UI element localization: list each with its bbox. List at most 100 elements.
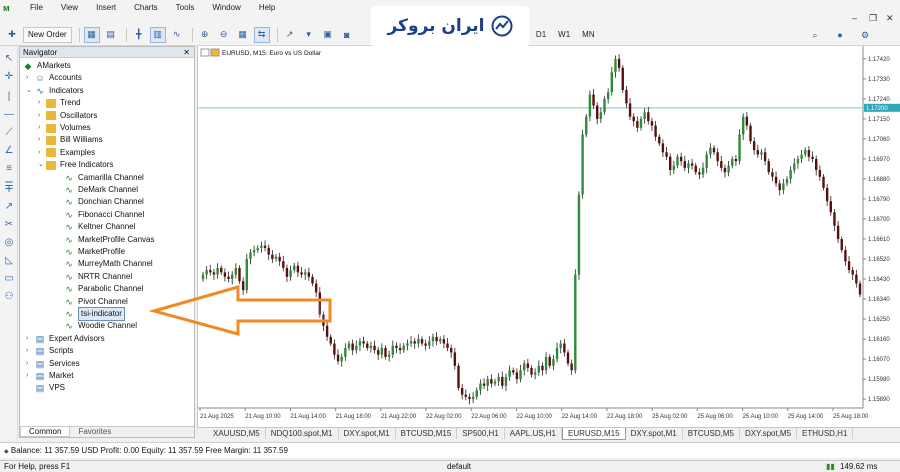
new-order-button[interactable]: New Order [23, 26, 72, 43]
trend-angle-icon[interactable]: ∠ [3, 145, 15, 157]
tree-indicator-pivot-channel[interactable]: ∿ Pivot Channel [63, 296, 128, 308]
tree-indicator-keltner-channel[interactable]: ∿ Keltner Channel [63, 221, 135, 233]
expand-toggle-icon[interactable]: › [38, 97, 46, 109]
expand-toggle-icon[interactable]: › [26, 358, 34, 370]
expand-toggle-icon[interactable]: ⌄ [38, 159, 46, 171]
trend-line-icon[interactable]: ⟋ [3, 127, 15, 139]
tree-accounts[interactable]: › ☺ Accounts [26, 72, 82, 84]
tree-indicator-murreymath-channel[interactable]: ∿ MurreyMath Channel [63, 258, 152, 270]
tree-indicator-marketprofile[interactable]: ∿ MarketProfile [63, 246, 125, 258]
autoscroll-icon[interactable]: ⇆ [253, 26, 270, 43]
horizontal-line-icon[interactable]: — [3, 109, 15, 121]
chart-tab[interactable]: AAPL.US,H1 [505, 428, 563, 439]
tree-folder-examples[interactable]: › Examples [38, 147, 95, 159]
tree-indicator-nrtr-channel[interactable]: ∿ NRTR Channel [63, 271, 132, 283]
channel-icon[interactable]: ≡ [3, 163, 15, 175]
zoom-in-icon[interactable]: ⊕ [197, 27, 213, 43]
gear-icon[interactable]: ⚙ [857, 27, 873, 43]
minimize-button[interactable]: ‒ [852, 13, 857, 23]
expand-toggle-icon[interactable]: › [26, 345, 34, 357]
tree-indicator-donchian-channel[interactable]: ∿ Donchian Channel [63, 196, 144, 208]
objects-icon[interactable]: ⚇ [3, 291, 15, 303]
timeframe-d1[interactable]: D1 [530, 27, 552, 43]
tile-windows-icon[interactable]: ▦ [235, 27, 251, 43]
menu-charts[interactable]: Charts [125, 0, 167, 14]
expand-toggle-icon[interactable]: › [38, 147, 46, 159]
tree-services[interactable]: › ▤ Services [26, 358, 80, 370]
menu-tools[interactable]: Tools [167, 0, 204, 14]
expand-toggle-icon[interactable]: › [26, 370, 34, 382]
price-chart[interactable]: 1.17420 1.17330 1.17240 1.17150 1.17060 1.169… [198, 46, 900, 427]
tree-folder-free-indicators[interactable]: ⌄ Free Indicators [38, 159, 113, 171]
crosshair-icon[interactable]: ╋ [131, 27, 147, 43]
menu-window[interactable]: Window [203, 0, 249, 14]
chart-tab[interactable]: ETHUSD,H1 [797, 428, 854, 439]
tree-indicator-marketprofile-canvas[interactable]: ∿ MarketProfile Canvas [63, 234, 154, 246]
tree-folder-oscillators[interactable]: › Oscillators [38, 110, 97, 122]
tree-market[interactable]: › ▤ Market [26, 370, 73, 382]
tree-vps[interactable]: ▤ VPS [26, 382, 65, 394]
close-icon[interactable]: ✕ [183, 47, 190, 58]
bar-chart-icon[interactable]: ▥ [149, 26, 166, 43]
menu-file[interactable]: File [21, 0, 52, 14]
tab-common[interactable]: Common [20, 427, 71, 437]
arrow-tool-icon[interactable]: ↗ [3, 201, 15, 213]
tree-indicator-parabolic-channel[interactable]: ∿ Parabolic Channel [63, 283, 143, 295]
tree-root-amarkets[interactable]: ◆ AMarkets [22, 60, 71, 72]
chart-window[interactable]: 1.17420 1.17330 1.17240 1.17150 1.17060 1.169… [197, 46, 900, 427]
zoom-out-icon[interactable]: ⊖ [216, 27, 232, 43]
cursor-icon[interactable]: ↖ [3, 53, 15, 65]
chart-tab[interactable]: BTCUSD,M5 [683, 428, 740, 439]
tree-expert-advisors[interactable]: › ▤ Expert Advisors [26, 333, 105, 345]
shapes-icon[interactable]: ◺ [3, 255, 15, 267]
chart-tab[interactable]: XAUUSD,M5 [208, 428, 266, 439]
camera-icon[interactable]: ◙ [339, 27, 355, 43]
tree-indicator-fibonacci-channel[interactable]: ∿ Fibonacci Channel [63, 209, 144, 221]
tree-scripts[interactable]: › ▤ Scripts [26, 345, 73, 357]
timeframe-w1[interactable]: W1 [552, 27, 576, 43]
chart-tab[interactable]: NDQ100.spot,M1 [266, 428, 339, 439]
tree-indicator-woodie-channel[interactable]: ∿ Woodie Channel [63, 320, 137, 332]
tree-folder-bill-williams[interactable]: › Bill Williams [38, 134, 103, 146]
expand-toggle-icon[interactable]: › [38, 122, 46, 134]
tree-indicators[interactable]: ⌄ ∿ Indicators [26, 85, 84, 97]
tab-favorites[interactable]: Favorites [70, 427, 119, 437]
gann-icon[interactable]: ✂ [3, 219, 15, 231]
menu-view[interactable]: View [52, 0, 87, 14]
expand-toggle-icon[interactable]: › [38, 110, 46, 122]
chart-tab[interactable]: EURUSD,M15 [562, 427, 626, 440]
tree-indicator-camarilla-channel[interactable]: ∿ Camarilla Channel [63, 172, 144, 184]
menu-insert[interactable]: Insert [87, 0, 125, 14]
algo-trading-icon[interactable]: ✚ [4, 27, 20, 43]
chart-tab[interactable]: SP500,H1 [457, 428, 505, 439]
notifications-icon[interactable]: ● [832, 27, 848, 43]
open-folder-icon[interactable]: ▤ [103, 27, 119, 43]
search-icon[interactable]: ⌕ [807, 27, 823, 43]
chart-tab[interactable]: DXY.spot,M1 [339, 428, 396, 439]
account-toggle-icon[interactable]: ◆ [4, 449, 9, 455]
crosshair-tool-icon[interactable]: ✛ [3, 71, 15, 83]
timeframe-mn[interactable]: MN [576, 27, 600, 43]
vertical-line-icon[interactable]: | [3, 91, 15, 103]
text-tool-icon[interactable]: T [3, 184, 15, 196]
screenshot-icon[interactable]: ▣ [320, 27, 336, 43]
tree-folder-trend[interactable]: › Trend [38, 97, 81, 109]
market-watch-icon[interactable]: ▦ [83, 26, 100, 43]
elliott-icon[interactable]: ◎ [3, 237, 15, 249]
line-chart-icon[interactable]: ∿ [169, 27, 185, 43]
tree-indicator-tsi-indicator[interactable]: ∿ tsi-indicator [63, 307, 125, 321]
tree-indicator-demark-channel[interactable]: ∿ DeMark Channel [63, 184, 138, 196]
chart-tab[interactable]: BTCUSD,M15 [396, 428, 458, 439]
chart-tab[interactable]: DXY.spot,M5 [740, 428, 798, 439]
tree-folder-volumes[interactable]: › Volumes [38, 122, 91, 134]
chart-tab[interactable]: DXY.spot,M1 [626, 428, 683, 439]
indicators-icon[interactable]: ↗ [282, 27, 298, 43]
expand-toggle-icon[interactable]: › [26, 72, 34, 84]
rectangle-icon[interactable]: ▭ [3, 273, 15, 285]
expand-toggle-icon[interactable]: › [26, 333, 34, 345]
expand-toggle-icon[interactable]: › [38, 134, 46, 146]
restore-button[interactable]: ❐ [869, 13, 877, 24]
menu-help[interactable]: Help [250, 0, 284, 14]
expand-toggle-icon[interactable]: ⌄ [26, 85, 34, 97]
templates-icon[interactable]: ▾ [301, 27, 317, 43]
